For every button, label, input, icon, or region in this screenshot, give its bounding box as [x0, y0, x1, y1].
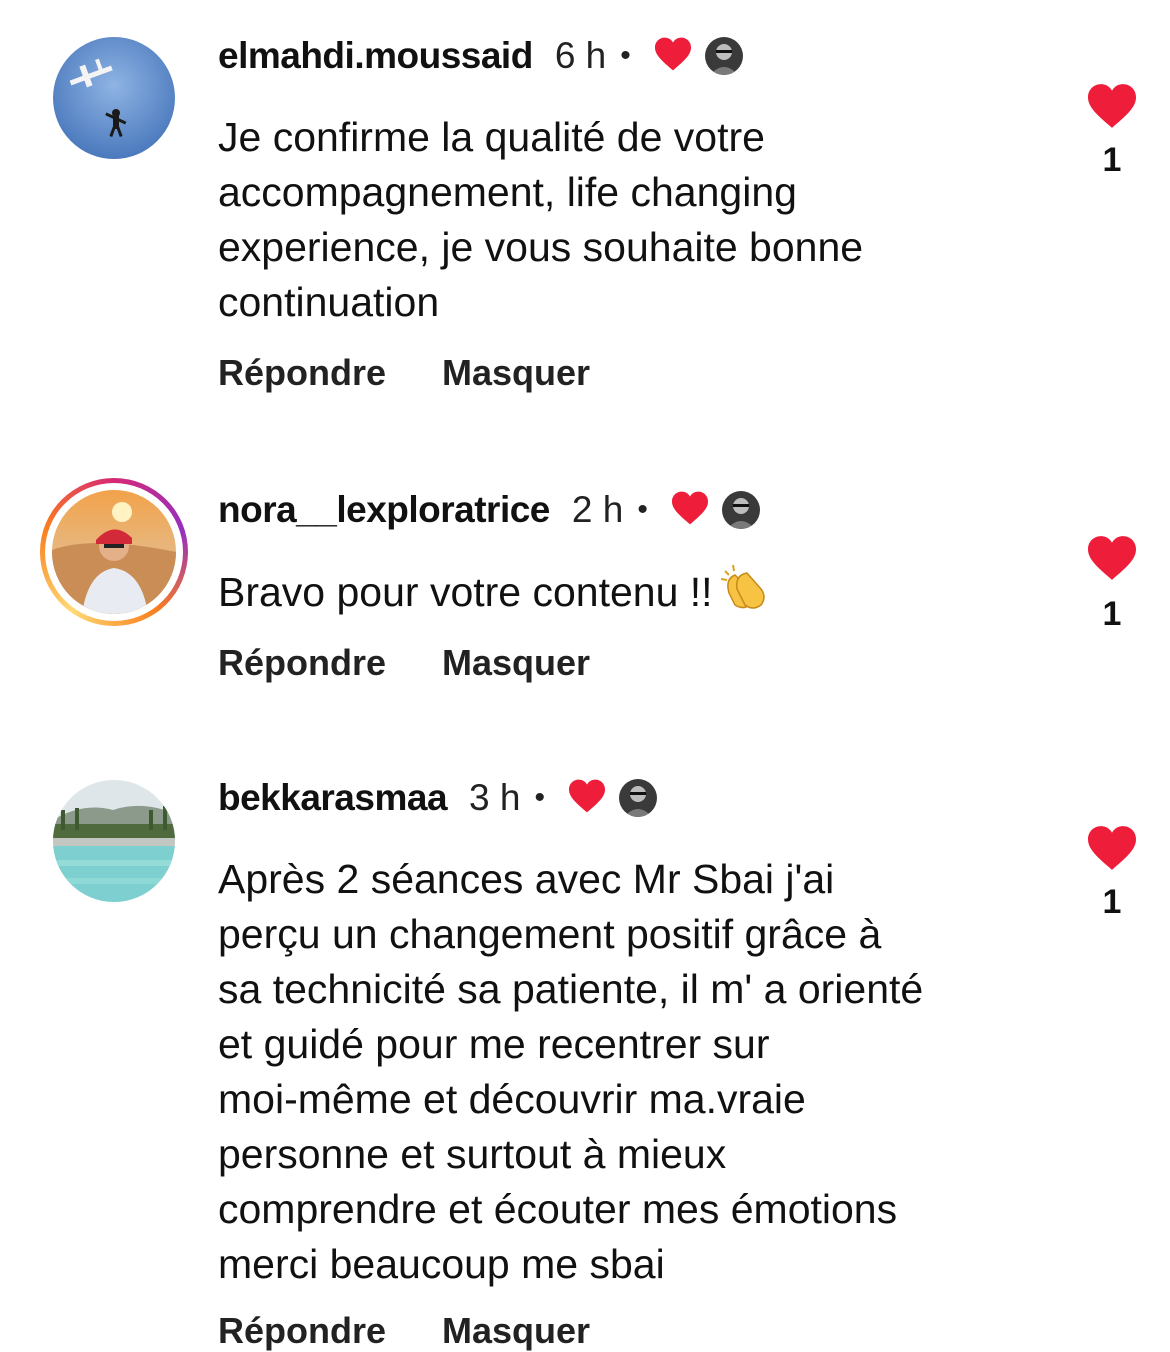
comment-time: 2 h — [571, 489, 624, 530]
user-avatar-story-ring[interactable] — [40, 478, 188, 626]
username[interactable]: elmahdi.moussaid — [218, 35, 533, 77]
reply-button[interactable]: Répondre — [218, 1310, 386, 1352]
comment-text-row: Bravo pour votre contenu !! — [218, 563, 1038, 627]
comment-actions: Répondre Masquer — [218, 642, 590, 684]
heart-icon[interactable] — [1085, 84, 1139, 134]
comment-text: Je confirme la qualité de votre accompag… — [218, 114, 864, 325]
separator-dot: • — [534, 781, 545, 814]
user-avatar[interactable] — [53, 780, 175, 902]
comment-text: Après 2 séances avec Mr Sbai j'ai perçu … — [218, 856, 924, 1287]
reply-button[interactable]: Répondre — [218, 642, 386, 684]
user-avatar — [52, 490, 176, 614]
comment-header: bekkarasmaa 3 h • — [218, 776, 657, 820]
like-control[interactable]: 1 — [1082, 824, 1142, 922]
like-control[interactable]: 1 — [1082, 534, 1142, 634]
comment-actions: Répondre Masquer — [218, 1310, 590, 1352]
comment-time: 3 h — [469, 777, 521, 818]
creator-liked-heart-icon — [567, 778, 607, 819]
username[interactable]: nora__lexploratrice — [218, 489, 550, 531]
like-count: 1 — [1102, 883, 1122, 921]
creator-liked-heart-icon — [653, 36, 693, 77]
creator-mini-avatar — [618, 779, 657, 817]
creator-mini-avatar — [721, 491, 760, 529]
comment-actions: Répondre Masquer — [218, 352, 590, 394]
user-avatar[interactable] — [53, 37, 175, 159]
hide-button[interactable]: Masquer — [442, 1310, 590, 1352]
like-count: 1 — [1102, 595, 1122, 633]
heart-icon[interactable] — [1085, 536, 1139, 586]
reply-button[interactable]: Répondre — [218, 352, 386, 394]
hide-button[interactable]: Masquer — [442, 352, 590, 394]
like-count: 1 — [1102, 141, 1122, 179]
comment-text: Bravo pour votre contenu !! — [218, 568, 713, 615]
comment-header: elmahdi.moussaid 6 h • — [218, 34, 743, 78]
comment-time: 6 h — [554, 35, 607, 76]
username[interactable]: bekkarasmaa — [218, 777, 448, 819]
hide-button[interactable]: Masquer — [442, 642, 590, 684]
clapping-hands-icon — [719, 563, 771, 627]
creator-liked-heart-icon — [670, 490, 710, 531]
separator-dot: • — [620, 39, 631, 72]
creator-mini-avatar — [704, 37, 743, 75]
separator-dot: • — [637, 493, 648, 526]
like-control[interactable]: 1 — [1082, 82, 1142, 180]
comment-header: nora__lexploratrice 2 h • — [218, 488, 760, 532]
heart-icon[interactable] — [1085, 826, 1139, 876]
